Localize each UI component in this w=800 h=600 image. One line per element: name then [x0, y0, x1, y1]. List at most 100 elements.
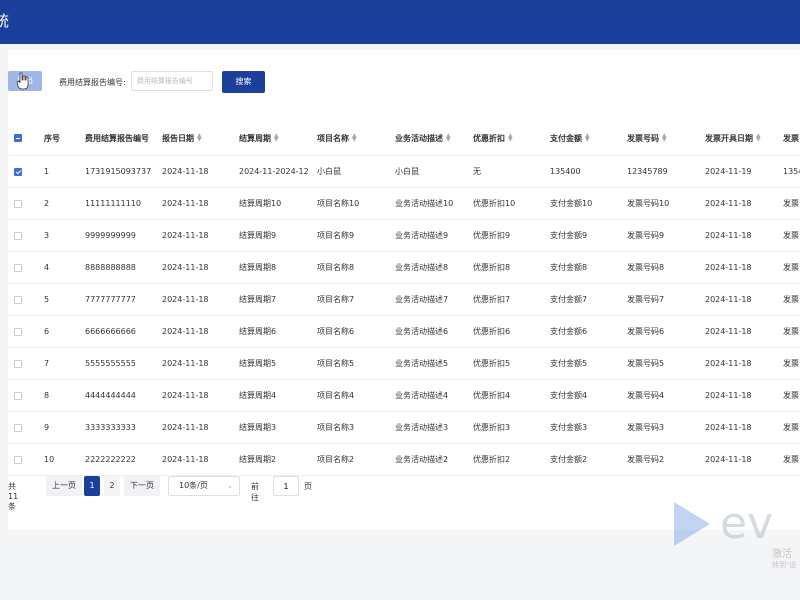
cell-text: 2024-11-18 — [705, 231, 752, 240]
row-checkbox[interactable] — [14, 455, 22, 464]
cell-text: 发票号码5 — [627, 359, 665, 368]
row-select-cell — [8, 156, 38, 187]
row-checkbox[interactable] — [14, 199, 22, 208]
sort-icon[interactable]: ▲ ▼ — [756, 133, 761, 143]
page-button-2[interactable]: 2 — [104, 476, 120, 496]
table-row[interactable]: 5 7777777777 2024-11-18 结算周期7 项目名称7 业务活动描述7 优惠… — [8, 284, 800, 316]
sort-icon[interactable]: ▲ ▼ — [446, 133, 451, 143]
page-button-1[interactable]: 1 — [84, 476, 100, 496]
column-header-invoice-date[interactable]: 发票开具日期 ▲ ▼ — [705, 121, 780, 155]
cell-text: 项目名称6 — [317, 327, 355, 336]
cell-report-date: 2024-11-18 — [162, 252, 209, 283]
column-header-discount[interactable]: 优惠折扣 ▲ ▼ — [473, 121, 548, 155]
sort-icon[interactable]: ▲ ▼ — [197, 133, 202, 143]
cell-settlement-period: 结算周期5 — [239, 348, 276, 379]
row-checkbox[interactable] — [14, 327, 22, 336]
sort-icon[interactable]: ▲ ▼ — [274, 133, 279, 143]
select-all-checkbox[interactable] — [14, 134, 22, 142]
cell-text: 项目名称10 — [317, 199, 360, 208]
table-row[interactable]: 7 5555555555 2024-11-18 结算周期5 项目名称5 业务活动描述5 优惠… — [8, 348, 800, 380]
cell-text: 2024-11-18 — [705, 263, 752, 272]
table-row[interactable]: 10 2222222222 2024-11-18 结算周期2 项目名称2 业务活动描述2 优… — [8, 444, 800, 476]
cell-text: 11111111110 — [85, 199, 141, 208]
column-header-project-name[interactable]: 项目名称 ▲ ▼ — [317, 121, 392, 155]
sort-icon[interactable]: ▲ ▼ — [352, 133, 357, 143]
column-header-settlement-period[interactable]: 结算周期 ▲ ▼ — [239, 121, 314, 155]
table-row[interactable]: 6 6666666666 2024-11-18 结算周期6 项目名称6 业务活动描述6 优惠… — [8, 316, 800, 348]
cell-text: 项目名称8 — [317, 263, 355, 272]
column-header-payment-amount[interactable]: 支付金额 ▲ ▼ — [550, 121, 625, 155]
cell-text: 发票 — [783, 455, 799, 464]
search-button[interactable]: 搜索 — [222, 71, 265, 93]
cell-invoice-extra: 发票 — [783, 220, 800, 251]
sort-icon[interactable]: ▲ ▼ — [585, 133, 590, 143]
page-size-value: 10条/页 — [179, 481, 208, 490]
row-checkbox[interactable] — [14, 359, 22, 368]
sort-icon[interactable]: ▲ ▼ — [508, 133, 513, 143]
cell-activity-description: 业务活动描述9 — [395, 220, 448, 251]
cell-text: 发票 — [783, 231, 799, 240]
table-row[interactable]: 4 8888888888 2024-11-18 结算周期8 项目名称8 业务活动描述8 优惠… — [8, 252, 800, 284]
cell-text: 发票号码4 — [627, 391, 665, 400]
cell-text: 结算周期7 — [239, 295, 277, 304]
row-select-cell — [8, 444, 38, 475]
cell-discount: 无 — [473, 156, 481, 187]
cell-text: 支付金额5 — [550, 359, 588, 368]
cell-text: 优惠折扣8 — [473, 263, 511, 272]
cell-text: 发票 — [783, 391, 799, 400]
column-header-report-number[interactable]: 费用结算报告编号 — [85, 121, 151, 155]
activation-watermark: ev 激活 转到"设 — [672, 498, 800, 580]
page-unit-label: 页 — [304, 482, 312, 491]
table-row[interactable]: 9 3333333333 2024-11-18 结算周期3 项目名称3 业务活动描述3 优惠… — [8, 412, 800, 444]
row-checkbox[interactable] — [14, 423, 22, 432]
app-title: 统 — [0, 12, 10, 30]
cell-report-number: 2222222222 — [85, 444, 136, 475]
cell-discount: 优惠折扣9 — [473, 220, 510, 251]
cell-text: 项目名称9 — [317, 231, 355, 240]
table-row[interactable]: 3 9999999999 2024-11-18 结算周期9 项目名称9 业务活动描述9 优惠… — [8, 220, 800, 252]
row-checkbox[interactable] — [14, 167, 22, 176]
cell-settlement-period: 结算周期8 — [239, 252, 276, 283]
cell-text: 2024-11-18 — [162, 327, 209, 336]
cell-invoice-extra: 发票 — [783, 380, 800, 411]
table-row[interactable]: 2 11111111110 2024-11-18 结算周期10 项目名称10 业务活动描述… — [8, 188, 800, 220]
cell-report-number: 4444444444 — [85, 380, 136, 411]
column-header-report-date[interactable]: 报告日期 ▲ ▼ — [162, 121, 237, 155]
column-header-invoice-number[interactable]: 发票号码 ▲ ▼ — [627, 121, 702, 155]
row-checkbox[interactable] — [14, 295, 22, 304]
prev-page-button[interactable]: 上一页 — [46, 476, 82, 496]
cell-text: 发票 — [783, 423, 799, 432]
cell-text: 2024-11-18 — [162, 263, 209, 272]
cell-settlement-period: 结算周期10 — [239, 188, 281, 219]
cell-report-number: 3333333333 — [85, 412, 136, 443]
cell-discount: 优惠折扣2 — [473, 444, 510, 475]
cell-invoice-number: 发票号码10 — [627, 188, 669, 219]
report-number-search-input[interactable] — [131, 71, 213, 91]
cell-report-date: 2024-11-18 — [162, 188, 209, 219]
table-row[interactable]: 8 4444444444 2024-11-18 结算周期4 项目名称4 业务活动描述4 优惠… — [8, 380, 800, 412]
next-page-button[interactable]: 下一页 — [124, 476, 160, 496]
row-checkbox[interactable] — [14, 263, 22, 272]
column-header-activity-description[interactable]: 业务活动描述 ▲ ▼ — [395, 121, 470, 155]
cell-text: 发票 — [783, 199, 799, 208]
cell-payment-amount: 135400 — [550, 156, 581, 187]
cell-payment-amount: 支付金额7 — [550, 284, 587, 315]
row-checkbox[interactable] — [14, 391, 22, 400]
cell-text: 1 — [44, 167, 50, 176]
row-checkbox[interactable] — [14, 231, 22, 240]
cell-payment-amount: 支付金额5 — [550, 348, 587, 379]
cell-text: 业务活动描述6 — [395, 327, 449, 336]
sort-icon[interactable]: ▲ ▼ — [662, 133, 667, 143]
cell-settlement-period: 结算周期4 — [239, 380, 276, 411]
goto-page-input[interactable] — [273, 476, 299, 496]
cell-text: 结算周期9 — [239, 231, 277, 240]
page-size-select[interactable]: 10条/页 ⌄ — [168, 476, 240, 496]
search-label: 费用结算报告编号: — [59, 78, 126, 87]
cell-index: 9 — [44, 412, 49, 443]
cell-activity-description: 业务活动描述6 — [395, 316, 448, 347]
cell-text: 7 — [44, 359, 50, 368]
table-row[interactable]: 1 1731915093737 2024-11-18 2024-11-2024-12 小… — [8, 156, 800, 188]
cell-text: 2024-11-18 — [162, 359, 209, 368]
cell-payment-amount: 支付金额4 — [550, 380, 587, 411]
cell-text: 业务活动描述8 — [395, 263, 449, 272]
